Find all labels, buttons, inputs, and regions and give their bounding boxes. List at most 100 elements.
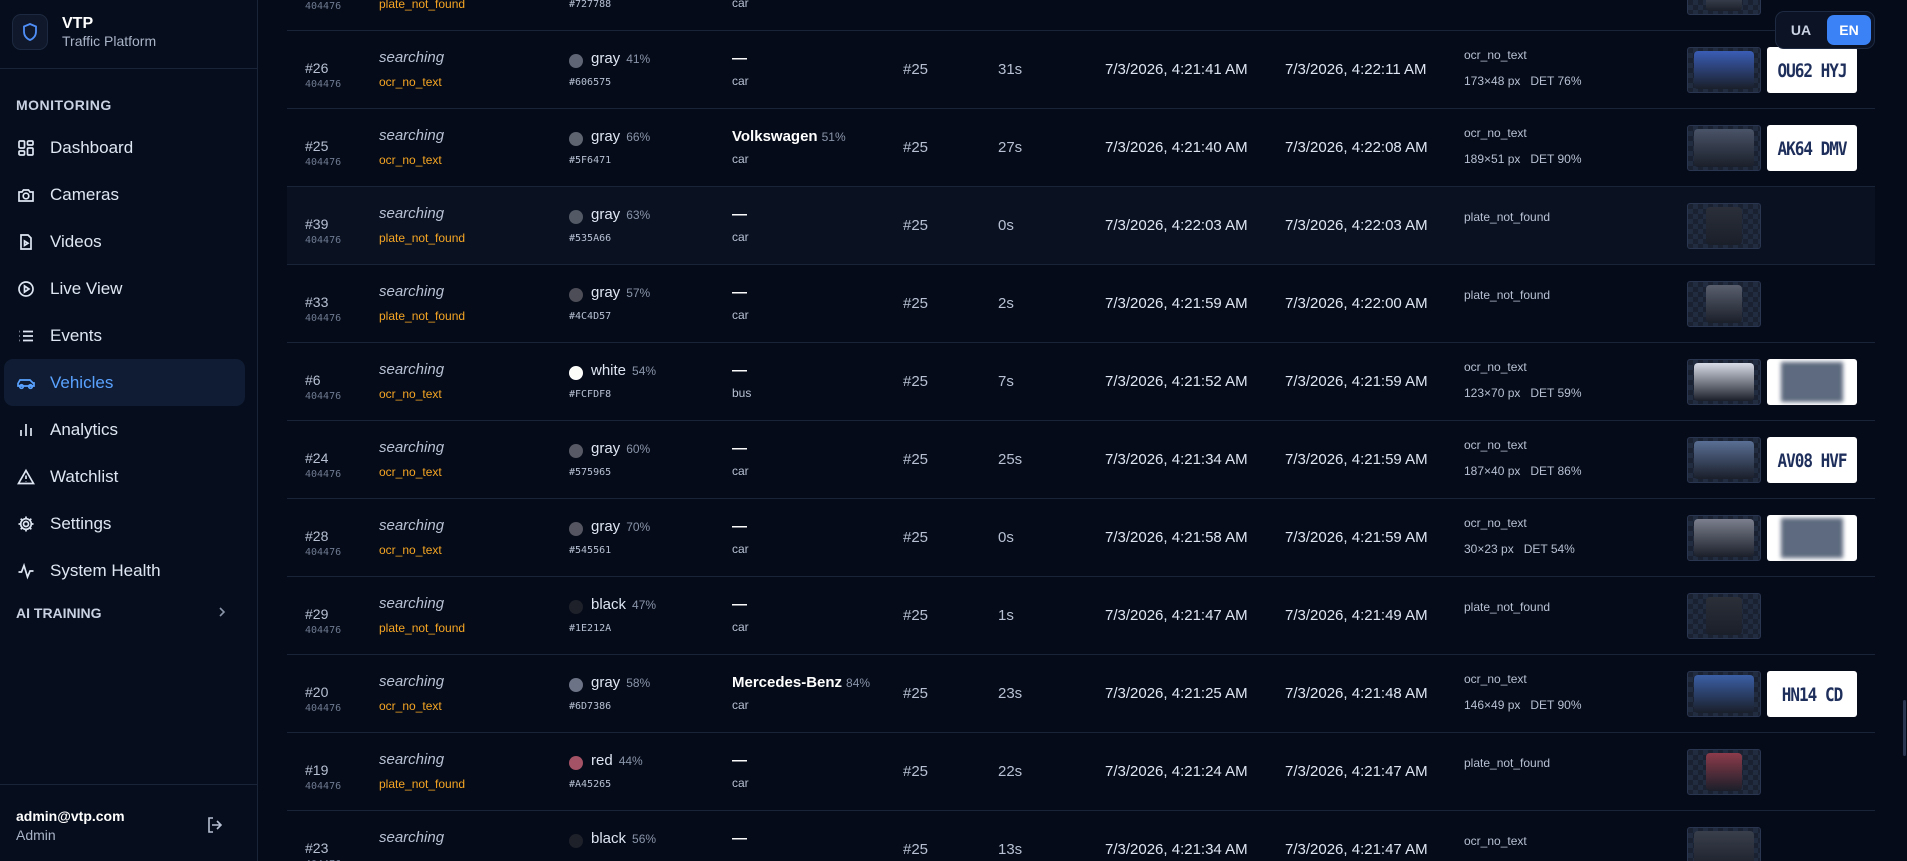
table-row[interactable]: #19 404476 searching plate_not_found red 44% #… — [287, 733, 1875, 811]
table-row[interactable]: #28 404476 searching ocr_no_text gray 70% #545… — [287, 499, 1875, 577]
file-video-icon — [16, 232, 36, 252]
vehicle-make: — — [732, 752, 751, 769]
lang-ua-button[interactable]: UA — [1779, 15, 1823, 45]
vehicle-thumbnail[interactable] — [1687, 0, 1761, 15]
sidebar-item-system-health[interactable]: System Health — [4, 547, 245, 594]
last-seen: 7/3/2026, 4:21:59 AM — [1285, 373, 1428, 390]
vehicle-thumbnail[interactable] — [1687, 125, 1761, 171]
user-email: admin@vtp.com — [16, 808, 125, 824]
status-text: searching — [379, 49, 445, 66]
vehicle-thumbnail[interactable] — [1687, 437, 1761, 483]
sidebar-item-vehicles[interactable]: Vehicles — [4, 359, 245, 406]
status-text: searching — [379, 127, 445, 144]
sidebar-item-live-view[interactable]: Live View — [4, 265, 245, 312]
table-row[interactable]: #23404476searchingblack56%—#2513s7/3/202… — [287, 811, 1875, 861]
lang-en-button[interactable]: EN — [1827, 15, 1871, 45]
first-seen: 7/3/2026, 4:21:34 AM — [1105, 451, 1248, 468]
color-name: gray 66% — [591, 128, 650, 145]
sidebar-item-events[interactable]: Events — [4, 312, 245, 359]
plate-crop[interactable]: OU62 HYJ — [1767, 47, 1857, 93]
vehicle-thumbnail[interactable] — [1687, 515, 1761, 561]
duration: 0s — [998, 529, 1014, 546]
color-hex: #1E212A — [569, 623, 612, 634]
color-dot — [569, 288, 583, 302]
vehicle-thumbnail[interactable] — [1687, 359, 1761, 405]
duration: 22s — [998, 763, 1023, 780]
vehicle-id-sub: 404476 — [305, 235, 342, 246]
table-row[interactable]: #33 404476 searching plate_not_found gray 57%… — [287, 265, 1875, 343]
vehicle-thumbnail[interactable] — [1687, 281, 1761, 327]
vehicle-thumbnail[interactable] — [1687, 749, 1761, 795]
sidebar-item-label: Cameras — [50, 184, 119, 204]
duration: 2s — [998, 295, 1014, 312]
color-label: black — [591, 596, 627, 613]
vehicle-thumbnail[interactable] — [1687, 47, 1761, 93]
sidebar: VTP Traffic Platform MONITORING Dashboar… — [0, 0, 258, 861]
vehicle-thumbnail[interactable] — [1687, 671, 1761, 717]
car-image — [1706, 285, 1742, 323]
sidebar-item-cameras[interactable]: Cameras — [4, 171, 245, 218]
scrollbar[interactable] — [1903, 700, 1906, 756]
logout-button[interactable] — [205, 815, 227, 837]
color-label: gray — [591, 128, 621, 145]
plate-crop[interactable]: AK64 DMV — [1767, 125, 1857, 171]
table-row[interactable]: #6 404476 searching ocr_no_text white 54% #FCF… — [287, 343, 1875, 421]
plate-crop[interactable] — [1767, 359, 1857, 405]
duration: 7s — [998, 373, 1014, 390]
sidebar-nav: Dashboard Cameras Videos Live View Event… — [4, 124, 245, 594]
color-dot — [569, 600, 583, 614]
first-seen: 7/3/2026, 4:21:40 AM — [1105, 139, 1248, 156]
plate-crop[interactable]: HN14 CD — [1767, 671, 1857, 717]
reason-text: ocr_no_text — [379, 699, 442, 713]
plate-text: AV08 HVF — [1777, 449, 1847, 471]
status-text: searching — [379, 439, 445, 456]
reason-text: ocr_no_text — [379, 543, 442, 557]
camera-id: #25 — [903, 295, 929, 312]
camera-id: #25 — [903, 139, 929, 156]
color-dot — [569, 834, 583, 848]
sidebar-item-settings[interactable]: Settings — [4, 500, 245, 547]
sidebar-item-label: Dashboard — [50, 137, 134, 157]
table-row[interactable]: #29 404476 searching plate_not_found black 47… — [287, 577, 1875, 655]
table-row[interactable]: #20 404476 searching ocr_no_text gray 58% #6D7… — [287, 655, 1875, 733]
table-row[interactable]: #24 404476 searching ocr_no_text gray 60% #575… — [287, 421, 1875, 499]
plate-crop[interactable] — [1767, 515, 1857, 561]
ocr-size: 187×40 px — [1464, 464, 1521, 478]
vehicle-thumbnail[interactable] — [1687, 203, 1761, 249]
make-label: — — [732, 596, 747, 613]
make-label: Volkswagen — [732, 128, 818, 145]
ocr-status: plate_not_found — [1464, 210, 1551, 224]
table-row[interactable]: #39 404476 searching plate_not_found gray 63%… — [287, 187, 1875, 265]
sidebar-item-analytics[interactable]: Analytics — [4, 406, 245, 453]
table-row[interactable]: #26 404476 searching ocr_no_text gray 41% #606… — [287, 31, 1875, 109]
brand[interactable]: VTP Traffic Platform — [12, 8, 156, 56]
gear-icon — [16, 514, 36, 534]
user-role: Admin — [16, 827, 56, 843]
vehicle-type: car — [732, 230, 749, 244]
color-label: gray — [591, 284, 621, 301]
make-label: Mercedes-Benz — [732, 674, 843, 691]
sidebar-item-label: Live View — [50, 278, 123, 298]
color-label: gray — [591, 206, 621, 223]
plate-text: HN14 CD — [1781, 683, 1843, 705]
car-image — [1694, 831, 1754, 861]
first-seen: 7/3/2026, 4:21:24 AM — [1105, 763, 1248, 780]
grid-icon — [16, 138, 36, 158]
ocr-size: 123×70 px — [1464, 386, 1521, 400]
sidebar-item-label: Watchlist — [50, 466, 119, 486]
table-row[interactable]: #37404476plate_not_foundgray#727788car#2… — [287, 0, 1875, 31]
ai-training-section[interactable]: AI TRAINING — [16, 605, 228, 621]
sidebar-item-dashboard[interactable]: Dashboard — [4, 124, 245, 171]
vehicle-thumbnail[interactable] — [1687, 827, 1761, 861]
sidebar-item-videos[interactable]: Videos — [4, 218, 245, 265]
vehicle-thumbnail[interactable] — [1687, 593, 1761, 639]
color-name: gray 58% — [591, 674, 650, 691]
alert-triangle-icon — [16, 467, 36, 487]
sidebar-item-watchlist[interactable]: Watchlist — [4, 453, 245, 500]
color-confidence: 54% — [632, 364, 657, 378]
table-row[interactable]: #25 404476 searching ocr_no_text gray 66% #5F6… — [287, 109, 1875, 187]
color-name: gray 57% — [591, 284, 650, 301]
plate-crop[interactable]: AV08 HVF — [1767, 437, 1857, 483]
color-confidence: 44% — [618, 754, 643, 768]
first-seen: 7/3/2026, 4:21:47 AM — [1105, 607, 1248, 624]
